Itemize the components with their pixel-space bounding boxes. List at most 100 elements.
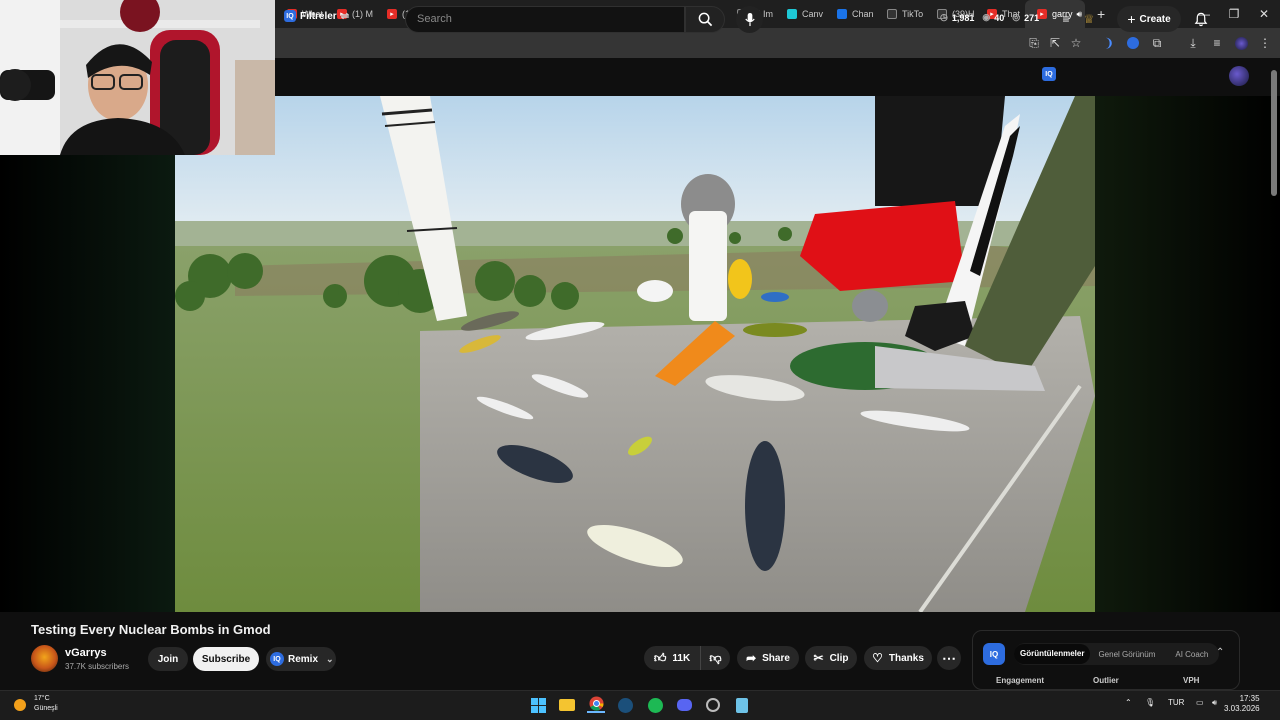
remix-label: Remix xyxy=(288,653,319,665)
youtube-icon: ▸ xyxy=(387,9,397,19)
voice-search-button[interactable] xyxy=(736,6,763,33)
weather-sun-icon[interactable] xyxy=(11,696,29,714)
screen: ▸What▸(1) M▸(1) Lo▸DaftChatYouTuGooFlow▸… xyxy=(0,0,1280,720)
dislike-button[interactable]: 👎︎ xyxy=(700,646,730,670)
video-title: Testing Every Nuclear Bombs in Gmod xyxy=(31,622,271,637)
like-count: 11K xyxy=(672,652,691,664)
search-icon xyxy=(698,12,712,27)
more-actions-button[interactable]: ⋯ xyxy=(937,646,961,670)
ambient-left xyxy=(0,155,175,612)
trophy-icon[interactable]: ♕ xyxy=(1080,10,1098,28)
subscriber-count: 37.7K subscribers xyxy=(65,662,130,671)
ambient-right xyxy=(1095,96,1280,612)
clock-date: 3.03.2026 xyxy=(1224,704,1260,713)
chevron-down-icon: ⌄ xyxy=(326,653,334,664)
page-scrollbar[interactable] xyxy=(1271,70,1277,196)
iq-tab-overview[interactable]: Genel Görünüm xyxy=(1090,650,1161,659)
search-button[interactable] xyxy=(685,6,725,33)
iq-icon: IQ xyxy=(284,10,296,22)
file-explorer-icon[interactable] xyxy=(558,696,576,714)
install-app-icon[interactable]: ⇱ xyxy=(1046,34,1064,52)
new-tab-button[interactable]: + xyxy=(1097,6,1105,22)
tab-label: TikTo xyxy=(902,9,924,19)
microphone-tray-icon[interactable]: 🎙︎ xyxy=(1145,698,1155,707)
clock-time: 17:35 xyxy=(1239,694,1260,703)
close-window-icon[interactable]: ✕ xyxy=(1248,0,1280,28)
tray-chevron-icon[interactable]: ⌃ xyxy=(1125,698,1132,707)
windows-start-icon[interactable] xyxy=(529,696,547,714)
clip-button[interactable]: ✂ Clip xyxy=(805,646,857,670)
input-language[interactable]: TUR xyxy=(1168,698,1184,707)
create-button[interactable]: + Create xyxy=(1117,6,1181,32)
thumbs-down-icon: 👎︎ xyxy=(709,650,722,665)
tab-label: Chan xyxy=(852,9,874,19)
browser-menu-icon[interactable]: ⋮ xyxy=(1256,34,1274,52)
discord-icon[interactable] xyxy=(675,696,693,714)
profile-avatar-icon[interactable] xyxy=(1232,34,1250,52)
stat-other: 271 xyxy=(1024,12,1040,23)
channel-stats: ◷ 1,981 ◉ 40 ◎ 271 xyxy=(940,12,1039,23)
create-label: Create xyxy=(1139,13,1171,25)
chrome-icon[interactable] xyxy=(587,695,605,713)
thumbs-up-icon: 👍︎ xyxy=(653,650,667,665)
volume-icon[interactable]: 🔊︎ xyxy=(1212,698,1217,708)
iq-toolbar-icon[interactable]: IQ xyxy=(1042,67,1056,81)
col-vph: VPH xyxy=(1183,676,1200,685)
eye-outline-icon: ◎ xyxy=(1012,12,1021,22)
steam-icon[interactable] xyxy=(616,696,634,714)
join-button[interactable]: Join xyxy=(148,647,188,671)
maximize-icon[interactable]: ❐ xyxy=(1218,0,1250,28)
thanks-button[interactable]: ♡ Thanks xyxy=(864,646,932,670)
weather-widget[interactable]: 17°C Güneşli xyxy=(34,694,58,714)
channel-avatar[interactable] xyxy=(31,645,58,672)
remix-button[interactable]: IQ Remix ⌄ xyxy=(266,647,336,671)
tab-label: (1) M xyxy=(352,9,373,19)
share-arrow-icon: ➦ xyxy=(746,651,757,665)
extensions-puzzle-icon[interactable]: ⧉ xyxy=(1148,34,1166,52)
browser-tab[interactable]: Canv xyxy=(775,0,825,28)
eye-icon: ◉ xyxy=(982,12,991,22)
extension-iq-icon[interactable] xyxy=(1124,34,1142,52)
windows-taskbar xyxy=(0,690,1280,720)
channel-name[interactable]: vGarrys xyxy=(65,647,107,659)
download-icon[interactable]: ⤓ xyxy=(1184,34,1202,52)
temperature: 17°C xyxy=(34,695,50,702)
list-icon[interactable]: ≡ xyxy=(1057,10,1075,28)
browser-tab[interactable]: Chan xyxy=(825,0,875,28)
thanks-heart-icon: ♡ xyxy=(872,651,883,665)
like-button[interactable]: 👍︎ 11K xyxy=(644,646,700,670)
video-frame[interactable] xyxy=(175,96,1095,612)
canva-icon xyxy=(787,9,797,19)
sliders-icon: ⇌ xyxy=(340,10,350,22)
microphone-icon xyxy=(744,12,755,27)
share-button[interactable]: ➦ Share xyxy=(737,646,799,670)
spotify-icon[interactable] xyxy=(646,696,664,714)
doc-icon xyxy=(837,9,847,19)
translate-icon[interactable]: ⎘ xyxy=(1025,34,1043,52)
share-label: Share xyxy=(762,652,790,664)
iq-tab-group: Görüntülenmeler Genel Görünüm AI Coach xyxy=(1014,643,1219,665)
subscribe-button[interactable]: Subscribe xyxy=(193,647,259,671)
iq-logo: IQ xyxy=(983,643,1005,665)
clip-label: Clip xyxy=(829,652,849,664)
settings-gear-icon[interactable] xyxy=(704,696,722,714)
iq-icon: IQ xyxy=(270,652,284,666)
notepad-icon[interactable] xyxy=(733,696,751,714)
browser-tab[interactable]: TikTo xyxy=(875,0,925,28)
filter-button[interactable]: IQ Filtreler ⇌ xyxy=(284,10,349,22)
iq-tab-ai-coach[interactable]: AI Coach xyxy=(1161,650,1214,659)
chevron-up-icon[interactable]: ⌃ xyxy=(1216,647,1224,658)
col-engagement: Engagement xyxy=(996,676,1045,685)
system-clock[interactable]: 17:35 3.03.2026 xyxy=(1224,694,1260,714)
network-icon[interactable]: ▭ xyxy=(1196,698,1204,707)
video-scene xyxy=(175,96,1095,612)
clock-icon: ◷ xyxy=(940,12,948,22)
extension-wave-icon[interactable]: ❩ xyxy=(1100,34,1118,52)
search-input[interactable]: Search xyxy=(405,6,685,33)
iq-tab-views[interactable]: Görüntülenmeler xyxy=(1014,644,1091,664)
bookmark-star-icon[interactable]: ☆ xyxy=(1067,34,1085,52)
media-controls-icon[interactable]: ≡ xyxy=(1208,34,1226,52)
account-avatar[interactable] xyxy=(1229,66,1249,86)
scissors-icon: ✂ xyxy=(813,651,824,665)
notifications-bell-icon[interactable] xyxy=(1192,10,1210,28)
